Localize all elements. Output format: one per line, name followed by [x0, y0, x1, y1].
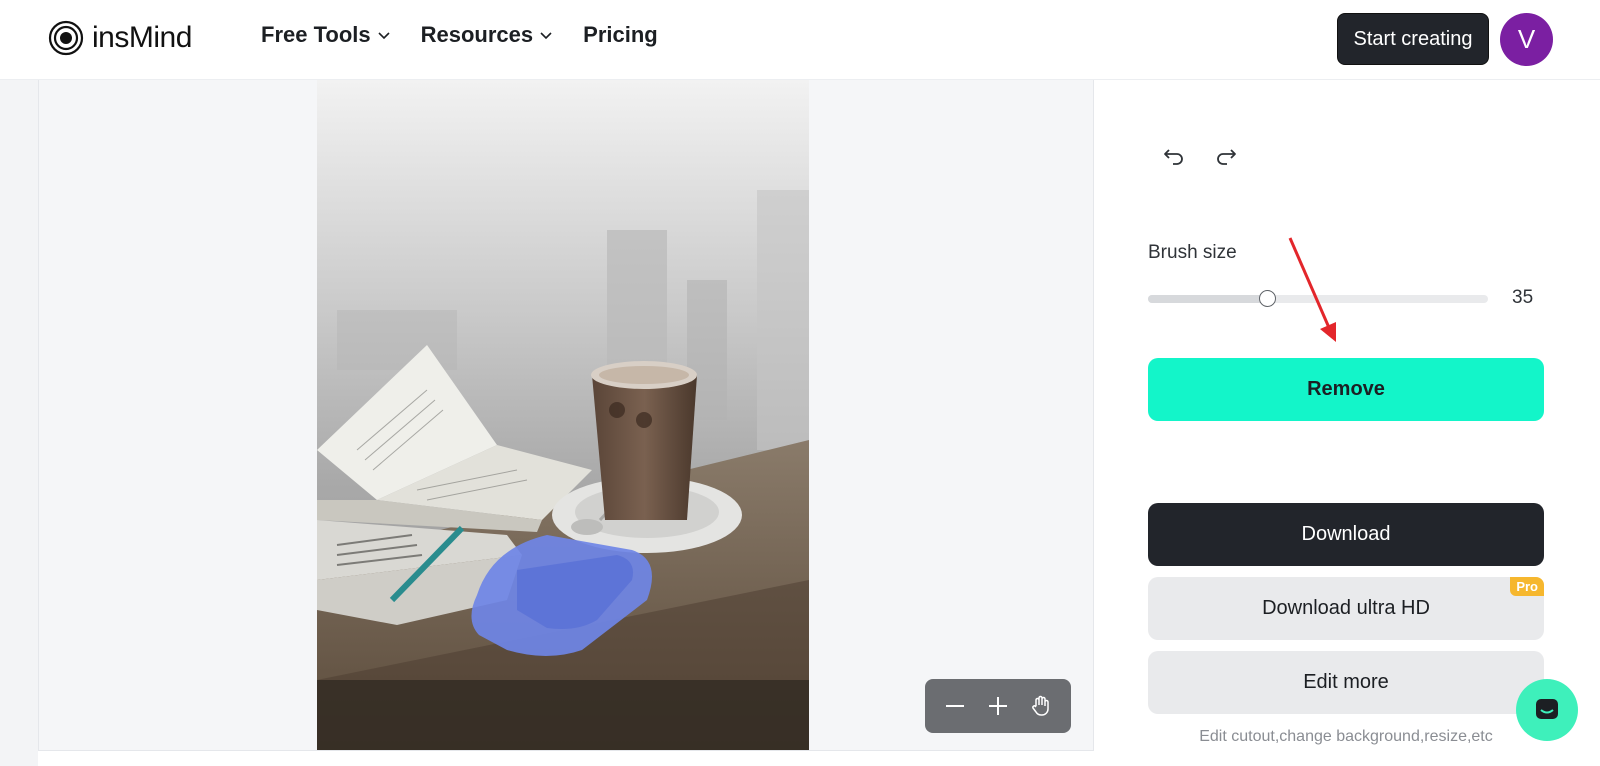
user-avatar[interactable]: V [1500, 13, 1553, 66]
nav-resources-label: Resources [420, 22, 534, 47]
pan-hand-button[interactable] [1027, 692, 1055, 720]
insmind-logo-icon [48, 20, 84, 56]
brush-size-slider-fill [1148, 295, 1267, 303]
undo-icon[interactable] [1160, 142, 1188, 170]
insmind-logo[interactable]: insMind [48, 20, 192, 56]
nav-resources[interactable]: Resources [421, 22, 554, 48]
coffee-table-image [317, 80, 809, 750]
start-creating-button[interactable]: Start creating [1337, 13, 1489, 65]
edited-photo[interactable] [317, 80, 809, 750]
redo-icon[interactable] [1212, 142, 1240, 170]
chevron-down-icon [378, 32, 390, 40]
logo-text: insMind [92, 21, 192, 54]
chevron-down-icon [540, 32, 552, 40]
download-button[interactable]: Download [1148, 503, 1544, 566]
download-ultra-hd-label: Download ultra HD [1262, 597, 1430, 619]
top-header: insMind Free Tools Resources Pricing Sta… [0, 0, 1600, 80]
chat-icon [1536, 699, 1558, 719]
nav-free-tools-label: Free Tools [261, 22, 371, 47]
nav-free-tools[interactable]: Free Tools [261, 22, 391, 48]
canvas-bottom-strip [38, 751, 1094, 766]
plus-icon [988, 697, 1007, 715]
left-gutter [0, 80, 38, 766]
zoom-toolbar [925, 679, 1071, 733]
brush-size-label: Brush size [1148, 242, 1237, 263]
brush-size-slider[interactable] [1148, 290, 1488, 307]
brush-size-value: 35 [1512, 287, 1534, 308]
tool-panel: Brush size 35 Remove Download Download u… [1094, 80, 1600, 766]
zoom-out-button[interactable] [941, 692, 969, 720]
editor-canvas[interactable] [38, 80, 1094, 751]
pro-badge: Pro [1510, 577, 1544, 596]
main-nav: Free Tools Resources Pricing [261, 22, 688, 48]
remove-button[interactable]: Remove [1148, 358, 1544, 421]
minus-icon [945, 705, 964, 707]
brush-size-slider-thumb[interactable] [1259, 290, 1276, 307]
nav-pricing-label: Pricing [583, 22, 658, 47]
chat-support-button[interactable] [1516, 679, 1578, 741]
zoom-in-button[interactable] [984, 692, 1012, 720]
download-ultra-hd-button[interactable]: Download ultra HD Pro [1148, 577, 1544, 640]
hand-icon [1032, 695, 1050, 716]
edit-more-button[interactable]: Edit more [1148, 651, 1544, 714]
edit-more-hint: Edit cutout,change background,resize,etc [1199, 728, 1493, 745]
nav-pricing[interactable]: Pricing [583, 22, 658, 48]
